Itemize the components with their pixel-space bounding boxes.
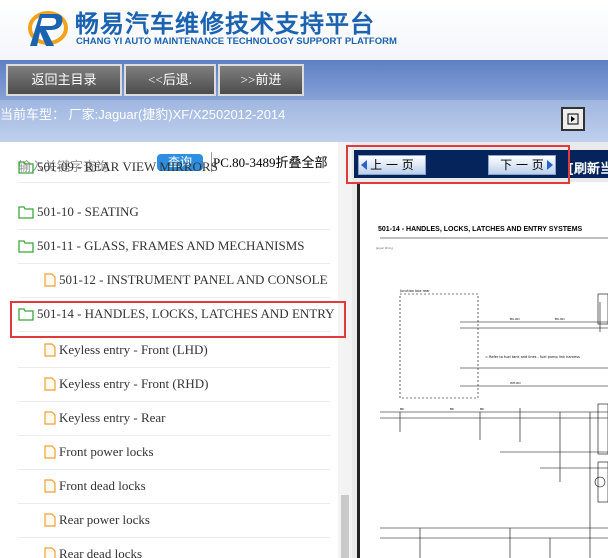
next-page-button[interactable]: 下 一 页 — [488, 155, 556, 175]
tree-item-label: 501-09 - REAR VIEW MIRRORS — [37, 159, 218, 174]
tree-item-label: 501-11 - GLASS, FRAMES AND MECHANISMS — [37, 238, 305, 253]
document-icon — [44, 479, 56, 493]
document-icon — [44, 547, 56, 558]
tree-panel: 输入关键字查询 查询 PC.80-3489折叠全部 501-09 - REAR … — [0, 142, 352, 558]
diagram-note: = Refer to fuel tank and lines - fuel pu… — [485, 355, 580, 359]
panel-toggle-button[interactable] — [561, 107, 585, 131]
nav-bar: 返回主目录 <<后退. >>前进 — [0, 60, 608, 100]
folder-icon — [18, 308, 34, 321]
document-title: 501-14 - HANDLES, LOCKS, LATCHES AND ENT… — [378, 226, 583, 233]
document-icon — [44, 377, 56, 391]
refresh-link[interactable]: [刷新当 — [568, 158, 608, 177]
tree-item-label: 501-12 - INSTRUMENT PANEL AND CONSOLE — [59, 272, 328, 287]
tree-item-label: Rear power locks — [59, 512, 150, 527]
tree-item-label: Keyless entry - Front (RHD) — [59, 376, 209, 391]
home-button[interactable]: 返回主目录 — [6, 64, 122, 96]
tree-item[interactable]: 501-10 - SEATING — [18, 196, 330, 230]
next-page-label: 下 一 页 — [500, 158, 544, 172]
car-model-label: 当前车型： 厂家:Jaguar(捷豹)XF/X2502012-2014 — [0, 107, 286, 122]
document-icon — [44, 273, 56, 287]
tree-item-label: 501-14 - HANDLES, LOCKS, LATCHES AND ENT… — [37, 306, 335, 321]
tree-item-label: Keyless entry - Front (LHD) — [59, 342, 208, 357]
tree-item-label: 501-10 - SEATING — [37, 204, 139, 219]
prev-page-button[interactable]: 上 一 页 — [358, 155, 426, 175]
svg-text:WH-RD: WH-RD — [510, 381, 521, 385]
svg-text:BK: BK — [450, 407, 455, 411]
arrow-right-icon — [547, 160, 553, 170]
app-title: 畅易汽车维修技术支持平台 — [75, 10, 375, 38]
logo-icon — [28, 11, 68, 46]
svg-text:BU-RD: BU-RD — [510, 317, 520, 321]
svg-text:BK: BK — [400, 407, 405, 411]
tree-item[interactable]: 501-12 - INSTRUMENT PANEL AND CONSOLE — [18, 264, 330, 298]
prev-page-label: 上 一 页 — [370, 158, 414, 172]
tree-item-label: Front dead locks — [59, 478, 146, 493]
arrow-right-icon — [567, 113, 579, 125]
tree-item-label: Front power locks — [59, 444, 154, 459]
tree-item[interactable]: 501-09 - REAR VIEW MIRRORS — [18, 159, 330, 183]
folder-icon — [18, 240, 34, 253]
svg-text:BK: BK — [480, 407, 485, 411]
tree-item-label: Rear dead locks — [59, 546, 143, 558]
car-model-bar: 当前车型： 厂家:Jaguar(捷豹)XF/X2502012-2014 — [0, 100, 608, 142]
folder-icon — [18, 161, 34, 174]
tree-item[interactable]: 501-11 - GLASS, FRAMES AND MECHANISMS — [18, 230, 330, 264]
svg-text:Junction box rear: Junction box rear — [399, 289, 430, 293]
tree-item[interactable]: Front power locks — [18, 436, 330, 470]
document-icon — [44, 445, 56, 459]
tree-item[interactable]: Keyless entry - Front (RHD) — [18, 368, 330, 402]
document-icon — [44, 411, 56, 425]
tree-item[interactable]: Keyless entry - Rear — [18, 402, 330, 436]
document-icon — [44, 343, 56, 357]
app-subtitle: CHANG YI AUTO MAINTENANCE TECHNOLOGY SUP… — [76, 36, 397, 47]
arrow-left-icon — [361, 160, 367, 170]
svg-text:BU-RD: BU-RD — [555, 317, 565, 321]
back-button[interactable]: <<后退. — [124, 64, 216, 96]
svg-text:Jaguar Wiring: Jaguar Wiring — [375, 246, 393, 250]
scrollbar-thumb[interactable] — [341, 495, 349, 558]
document-icon — [44, 513, 56, 527]
wiring-diagram-page: Jaguar Wiring Junction box rear = Refer … — [357, 182, 608, 558]
app-header: 畅易汽车维修技术支持平台 CHANG YI AUTO MAINTENANCE T… — [0, 0, 608, 60]
tree-item[interactable]: 501-14 - HANDLES, LOCKS, LATCHES AND ENT… — [18, 298, 335, 332]
tree-item[interactable]: Keyless entry - Front (LHD) — [18, 334, 330, 368]
tree-item[interactable]: Rear dead locks — [18, 538, 330, 558]
tree-item[interactable]: Front dead locks — [18, 470, 330, 504]
tree-item-label: Keyless entry - Rear — [59, 410, 166, 425]
wiring-diagram: Jaguar Wiring Junction box rear = Refer … — [375, 237, 608, 558]
tree-item[interactable]: Rear power locks — [18, 504, 330, 538]
folder-icon — [18, 206, 34, 219]
forward-button[interactable]: >>前进 — [218, 64, 304, 96]
